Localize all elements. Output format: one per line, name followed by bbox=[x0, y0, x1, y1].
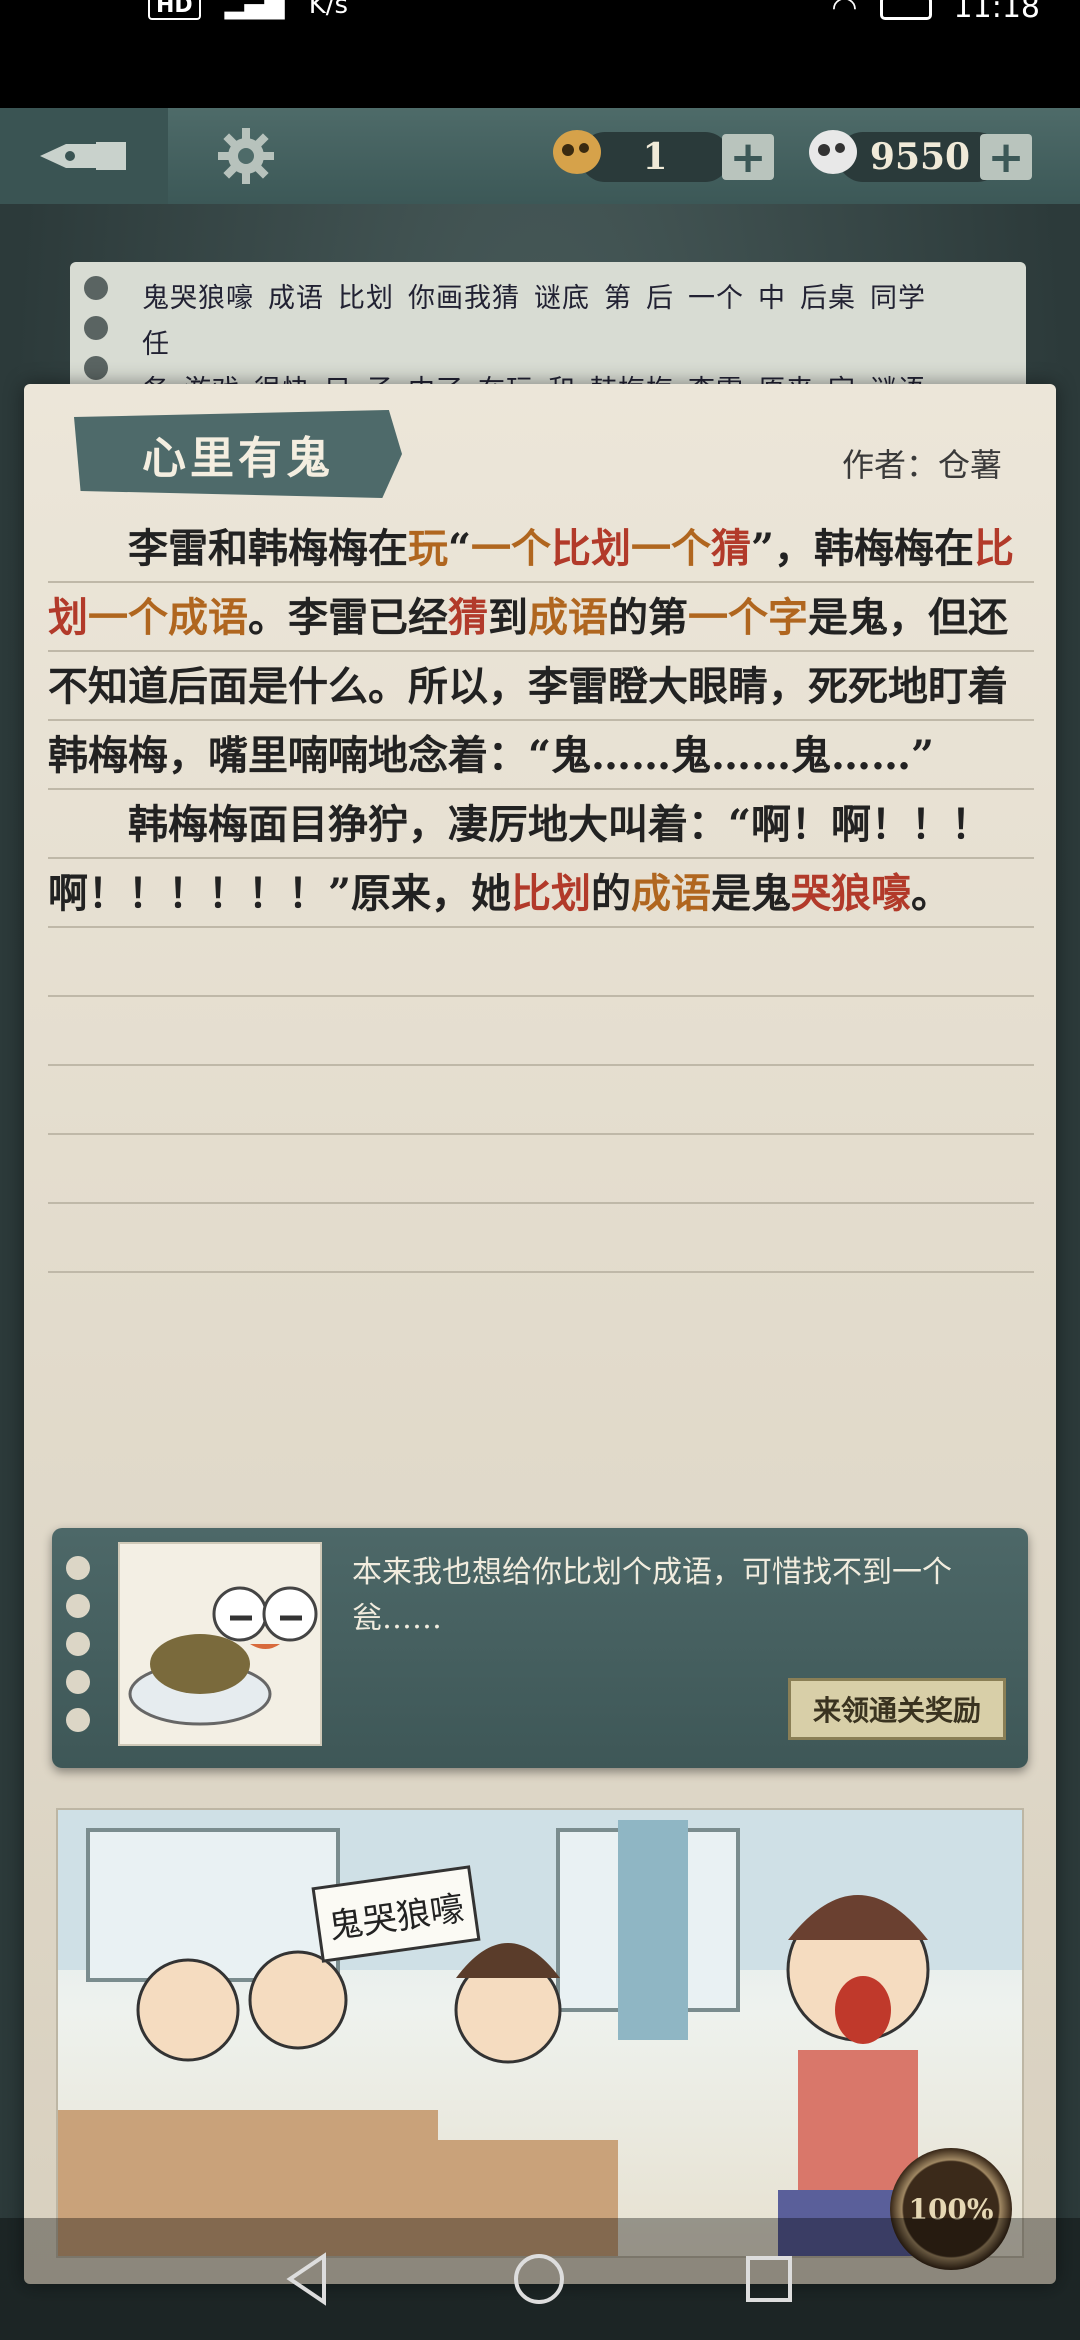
pen-button[interactable] bbox=[0, 108, 168, 204]
pen-icon bbox=[40, 142, 126, 170]
home-icon[interactable] bbox=[506, 2246, 572, 2312]
story-illustration: 鬼哭狼嚎 bbox=[56, 1808, 1024, 2258]
hint-holes bbox=[66, 1556, 90, 1732]
add-hint-button[interactable]: + bbox=[722, 132, 774, 183]
story-segment: 到 bbox=[488, 594, 528, 641]
claim-reward-button[interactable]: 来领通关奖励 bbox=[788, 1678, 1006, 1740]
story-segment: 的 bbox=[591, 870, 632, 917]
status-right: ◠ 11:18 bbox=[831, 0, 1040, 25]
word-tag[interactable]: 后 bbox=[646, 283, 674, 314]
status-left: HD ▂▄▆ K/s bbox=[148, 0, 348, 20]
signal-icon: ▂▄▆ bbox=[224, 0, 285, 20]
keyword-highlight: 比划 bbox=[511, 870, 592, 917]
word-tag-line: 鬼哭狼嚎 成语 比划 你画我猜 谜底第后一个中后桌 同学任 bbox=[142, 276, 956, 368]
skull-hint-icon bbox=[553, 130, 601, 174]
navigation-bar bbox=[0, 2218, 1080, 2340]
character-portrait bbox=[118, 1542, 322, 1746]
add-coin-button[interactable]: + bbox=[980, 132, 1032, 183]
wifi-icon: ◠ bbox=[831, 0, 858, 25]
word-tag[interactable]: 中 bbox=[758, 283, 786, 314]
status-bar: HD ▂▄▆ K/s ◠ 11:18 bbox=[0, 0, 1080, 108]
story-segment: “ bbox=[448, 525, 472, 572]
keyword-highlight: 成语 bbox=[168, 594, 248, 641]
hint-count: 1 bbox=[642, 136, 668, 178]
story-segment: 。 bbox=[911, 870, 952, 917]
word-tag[interactable]: 一个 bbox=[688, 283, 744, 314]
word-tag[interactable]: 第 bbox=[604, 283, 632, 314]
battery-icon bbox=[879, 0, 932, 20]
keyword-highlight: 比划 bbox=[551, 525, 632, 572]
story-text: 李雷和韩梅梅在玩“一个比划一个猜”，韩梅梅在比划一个成语。李雷已经猜到成语的第一… bbox=[48, 514, 1034, 1274]
skull-coin-icon bbox=[809, 130, 857, 174]
coin-count: 9550 bbox=[869, 136, 971, 178]
keyword-highlight: 猜 bbox=[711, 525, 752, 572]
back-icon[interactable] bbox=[276, 2246, 342, 2312]
hd-badge: HD bbox=[148, 0, 201, 20]
keyword-highlight: 玩 bbox=[408, 525, 448, 572]
keyword-highlight: 一个 bbox=[631, 525, 712, 572]
story-segment: ”，韩梅梅在 bbox=[751, 525, 975, 572]
settings-button[interactable] bbox=[216, 126, 276, 186]
keyword-highlight: 猜 bbox=[448, 594, 488, 641]
keyword-highlight: 成语 bbox=[528, 594, 608, 641]
keyword-highlight: 一个 bbox=[471, 525, 552, 572]
word-tag[interactable]: 后桌 bbox=[800, 283, 856, 314]
character-image bbox=[128, 1586, 318, 1726]
story-segment: 的第 bbox=[608, 594, 688, 641]
story-segment: 是鬼 bbox=[711, 870, 792, 917]
story-segment: 。李雷已经 bbox=[248, 594, 448, 641]
story-author: 作者：仓薯 bbox=[841, 446, 1002, 484]
top-bar: 1 + 9550 + bbox=[0, 108, 1080, 204]
word-tag[interactable]: 同学 bbox=[870, 283, 926, 314]
gear-icon bbox=[218, 128, 274, 184]
recents-icon[interactable] bbox=[736, 2246, 802, 2312]
story-paragraph-1: 李雷和韩梅梅在玩“一个比划一个猜”，韩梅梅在比划一个成语。李雷已经猜到成语的第一… bbox=[48, 514, 1034, 790]
story-segment: 李雷和韩梅梅在 bbox=[128, 525, 408, 572]
keyword-highlight: 成语 bbox=[631, 870, 712, 917]
network-speed: K/s bbox=[308, 0, 349, 20]
word-tag[interactable]: 谜底 bbox=[534, 283, 590, 314]
story-title: 心里有鬼 bbox=[74, 410, 402, 498]
keyword-highlight: 一个 bbox=[88, 594, 168, 641]
word-tag[interactable]: 成语 bbox=[268, 283, 324, 314]
word-tag[interactable]: 鬼哭狼嚎 bbox=[142, 283, 254, 314]
word-tag[interactable]: 比划 bbox=[338, 283, 394, 314]
clock: 11:18 bbox=[953, 0, 1040, 25]
keyword-highlight: 哭狼嚎 bbox=[791, 870, 912, 917]
word-tag[interactable]: 你画我猜 bbox=[408, 283, 520, 314]
story-paragraph-2: 韩梅梅面目狰狞，凄厉地大叫着：“啊！啊！！！啊！！！！！！”原来，她比划的成语是… bbox=[48, 790, 1034, 928]
keyword-highlight: 一个字 bbox=[688, 594, 808, 641]
classroom-scene bbox=[58, 1810, 1022, 2256]
word-tag[interactable]: 任 bbox=[142, 329, 170, 360]
hint-box: 本来我也想给你比划个成语，可惜找不到一个瓮…… 来领通关奖励 bbox=[52, 1528, 1028, 1768]
hint-text: 本来我也想给你比划个成语，可惜找不到一个瓮…… bbox=[352, 1555, 952, 1636]
